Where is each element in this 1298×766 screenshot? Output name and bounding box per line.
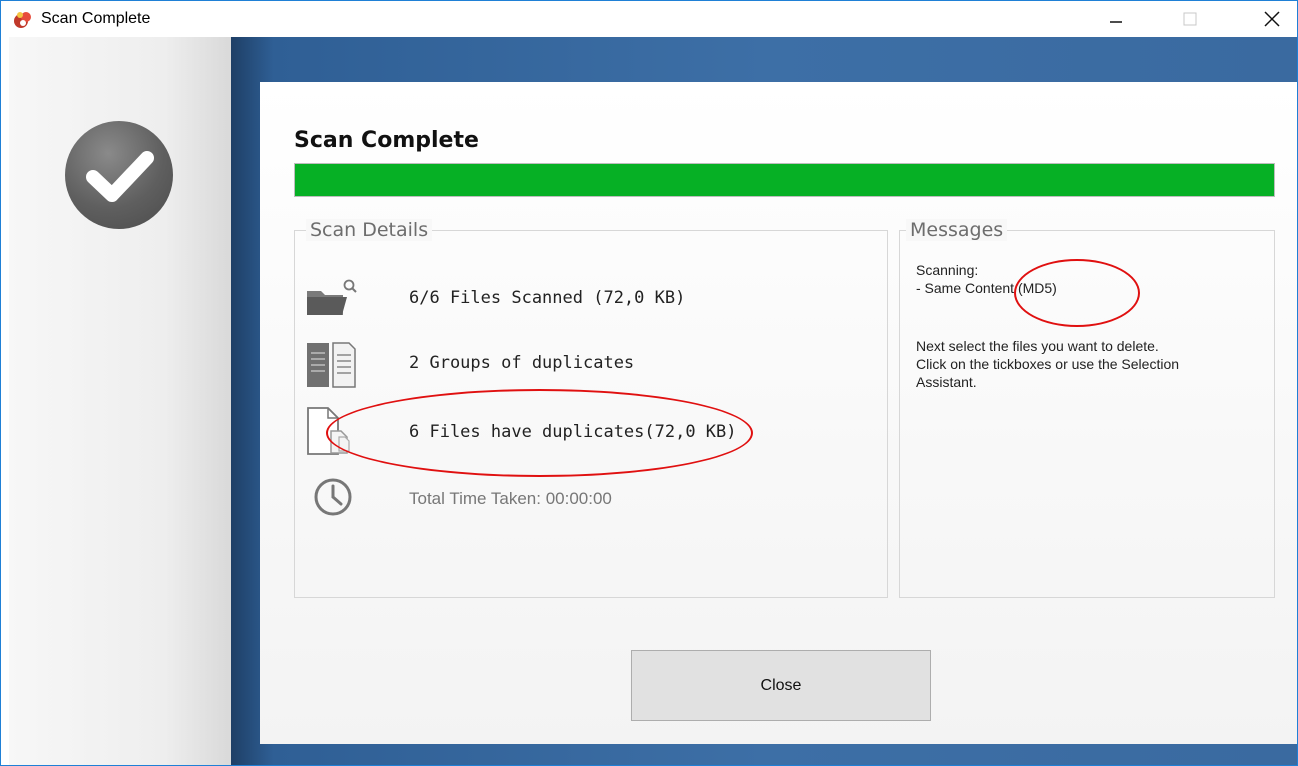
scan-progress-bar [294,163,1275,197]
minimize-button[interactable] [1088,1,1144,37]
scan-details-legend: Scan Details [306,219,433,241]
checkmark-circle-icon [65,121,173,229]
close-icon [1264,11,1280,27]
message-line: Assistant. [916,374,977,390]
minimize-icon [1110,21,1122,23]
close-window-button[interactable] [1244,1,1297,37]
message-line: Next select the files you want to delete… [916,338,1159,354]
annotation-ellipse-md5 [1014,259,1140,327]
message-line: Click on the tickboxes or use the Select… [916,356,1180,372]
clock-icon [314,478,352,516]
message-line: Scanning: [916,262,979,278]
close-button[interactable]: Close [631,650,931,721]
scan-complete-window: Scan Complete Scan Complete Scan Details… [0,0,1298,766]
files-scanned-text: 6/6 Files Scanned (72,0 KB) [409,288,686,308]
annotation-ellipse-duplicates [326,389,753,477]
messages-legend: Messages [906,219,1008,241]
maximize-icon [1183,12,1197,26]
folder-search-icon [307,279,357,315]
maximize-button[interactable] [1162,1,1218,37]
sidebar [9,37,231,765]
progress-fill [295,164,1274,196]
page-title: Scan Complete [294,128,479,153]
duplicate-documents-icon [307,342,356,388]
title-bar[interactable]: Scan Complete [1,1,1297,37]
groups-text: 2 Groups of duplicates [409,353,635,373]
total-time-text: Total Time Taken: 00:00:00 [409,489,612,508]
app-icon [14,12,31,28]
window-title: Scan Complete [41,10,151,27]
